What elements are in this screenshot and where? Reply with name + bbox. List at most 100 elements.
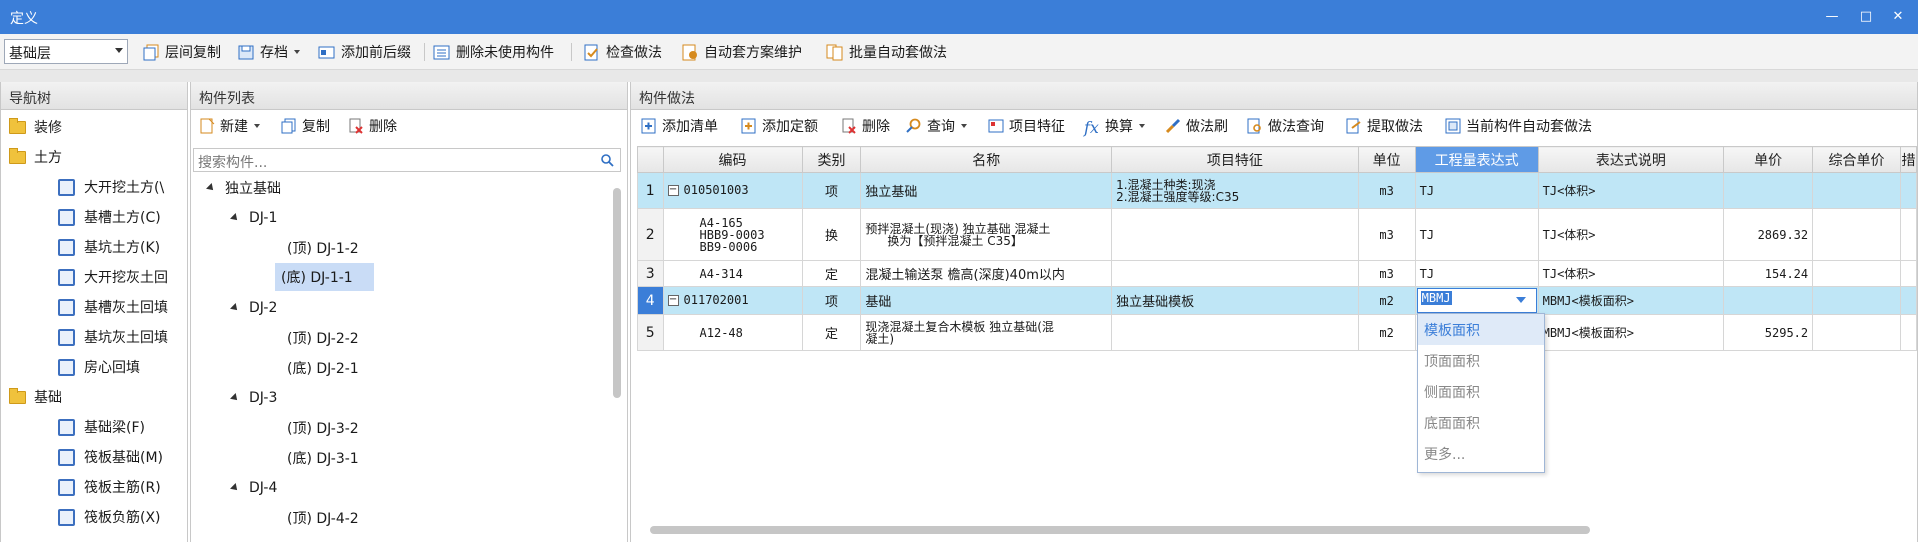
expression-combobox[interactable]: MBMJ	[1416, 288, 1537, 313]
col-feature[interactable]: 项目特征	[1111, 146, 1359, 173]
dropdown-option-top-area[interactable]: 顶面面积	[1418, 345, 1544, 376]
expression-cell[interactable]: TJ	[1414, 172, 1539, 209]
expression-desc-cell[interactable]: TJ<体积>	[1537, 172, 1725, 209]
col-category[interactable]: 类别	[801, 146, 862, 173]
category-cell[interactable]: 项	[801, 286, 862, 315]
tree-node-dj3-2[interactable]: (顶) DJ-3-2	[281, 414, 365, 442]
add-prefix-suffix-button[interactable]: 添加前后缀	[318, 42, 411, 62]
price-cell[interactable]: 2869.32	[1723, 208, 1814, 261]
category-cell[interactable]: 定	[801, 314, 862, 351]
feature-cell[interactable]	[1111, 260, 1359, 287]
unit-cell[interactable]: m2	[1357, 286, 1416, 315]
expand-icon[interactable]	[206, 183, 216, 193]
expand-icon[interactable]	[230, 483, 240, 493]
measure-cell[interactable]	[1899, 314, 1917, 351]
expression-cell[interactable]: TJ	[1414, 260, 1539, 287]
collapse-icon[interactable]: −	[667, 185, 679, 196]
extract-method-button[interactable]: 提取做法	[1346, 116, 1423, 136]
delete-method-button[interactable]: 删除	[841, 116, 890, 136]
item-feature-button[interactable]: 项目特征	[988, 116, 1065, 136]
col-composite-price[interactable]: 综合单价	[1812, 146, 1901, 173]
measure-cell[interactable]	[1899, 286, 1917, 315]
col-name[interactable]: 名称	[860, 146, 1113, 173]
floor-select[interactable]: 基础层	[4, 39, 128, 64]
feature-cell[interactable]	[1111, 208, 1359, 261]
tree-node-dj2-2[interactable]: (顶) DJ-2-2	[281, 324, 365, 352]
composite-price-cell[interactable]	[1812, 314, 1901, 351]
tree-node-dj1-2[interactable]: (顶) DJ-1-2	[281, 234, 365, 262]
feature-cell[interactable]	[1111, 314, 1359, 351]
col-code[interactable]: 编码	[662, 146, 803, 173]
expression-desc-cell[interactable]: TJ<体积>	[1537, 208, 1725, 261]
expression-desc-cell[interactable]: MBMJ<模板面积>	[1537, 286, 1725, 315]
code-cell[interactable]: −010501003	[662, 172, 803, 209]
check-method-button[interactable]: 检查做法	[583, 42, 662, 62]
name-cell[interactable]: 基础	[860, 286, 1113, 315]
price-cell[interactable]: 5295.2	[1723, 314, 1814, 351]
nav-item-pit[interactable]: 基坑土方(K)	[58, 232, 160, 262]
query-button[interactable]: 查询	[906, 116, 967, 136]
tree-node-dj4[interactable]: DJ-4	[230, 474, 277, 502]
unit-cell[interactable]: m3	[1357, 260, 1416, 287]
tree-node-dj1[interactable]: DJ-1	[230, 204, 277, 232]
code-cell[interactable]: −011702001	[662, 286, 803, 315]
nav-item-lime-trench[interactable]: 基槽灰土回填	[58, 292, 168, 322]
category-cell[interactable]: 换	[801, 208, 862, 261]
dropdown-option-formwork-area[interactable]: 模板面积	[1418, 314, 1544, 345]
expression-edit-cell[interactable]: MBMJ	[1414, 286, 1539, 315]
unit-cell[interactable]: m2	[1357, 314, 1416, 351]
delete-component-button[interactable]: 删除	[348, 116, 397, 136]
close-button[interactable]: ✕	[1888, 7, 1908, 27]
category-cell[interactable]: 项	[801, 172, 862, 209]
auto-method-current-button[interactable]: 当前构件自动套做法	[1445, 116, 1592, 136]
col-unit[interactable]: 单位	[1357, 146, 1416, 173]
search-icon[interactable]	[600, 153, 614, 167]
vertical-scrollbar[interactable]	[613, 188, 621, 398]
nav-folder-earthwork[interactable]: 土方	[9, 142, 62, 172]
price-cell[interactable]	[1723, 286, 1814, 315]
copy-between-floors-button[interactable]: 层间复制	[142, 42, 221, 62]
minimize-button[interactable]: —	[1822, 7, 1842, 27]
expand-icon[interactable]	[230, 303, 240, 313]
nav-item-raft-neg-bar[interactable]: 筏板负筋(X)	[58, 502, 161, 532]
name-cell[interactable]: 预拌混凝土(现浇) 独立基础 混凝土 换为【预拌混凝土 C35】	[860, 208, 1113, 261]
table-row[interactable]: 2 A4-165 HBB9-0003 BB9-0006 换 预拌混凝土(现浇) 独立…	[637, 208, 1917, 261]
name-cell[interactable]: 独立基础	[860, 172, 1113, 209]
unit-cell[interactable]: m3	[1357, 172, 1416, 209]
tree-node-isolated-foundation[interactable]: 独立基础	[206, 174, 281, 202]
save-archive-button[interactable]: 存档	[237, 42, 300, 62]
code-cell[interactable]: A12-48	[662, 314, 803, 351]
dropdown-option-more[interactable]: 更多...	[1418, 438, 1544, 469]
price-cell[interactable]	[1723, 172, 1814, 209]
tree-node-dj2-1[interactable]: (底) DJ-2-1	[281, 354, 365, 382]
feature-cell[interactable]: 独立基础模板	[1111, 286, 1359, 315]
expand-icon[interactable]	[230, 393, 240, 403]
expression-input[interactable]: MBMJ	[1420, 291, 1452, 305]
new-component-button[interactable]: 新建	[199, 116, 260, 136]
composite-price-cell[interactable]	[1812, 208, 1901, 261]
search-input[interactable]: 搜索构件...	[193, 148, 621, 172]
composite-price-cell[interactable]	[1812, 260, 1901, 287]
col-expression[interactable]: 工程量表达式	[1414, 146, 1539, 173]
horizontal-scrollbar[interactable]	[650, 526, 1590, 534]
chevron-down-icon[interactable]	[1515, 297, 1526, 303]
expand-icon[interactable]	[230, 213, 240, 223]
auto-scheme-maintenance-button[interactable]: 自动套方案维护	[681, 42, 802, 62]
tree-node-dj4-2[interactable]: (顶) DJ-4-2	[281, 504, 365, 532]
measure-cell[interactable]	[1899, 260, 1917, 287]
measure-cell[interactable]	[1899, 172, 1917, 209]
nav-folder-decoration[interactable]: 装修	[9, 112, 62, 142]
add-quota-button[interactable]: 添加定额	[741, 116, 818, 136]
method-brush-button[interactable]: 做法刷	[1165, 116, 1228, 136]
copy-component-button[interactable]: 复制	[281, 116, 330, 136]
dropdown-option-side-area[interactable]: 侧面面积	[1418, 376, 1544, 407]
code-cell[interactable]: A4-314	[662, 260, 803, 287]
nav-item-lime-pit[interactable]: 基坑灰土回填	[58, 322, 168, 352]
feature-cell[interactable]: 1.混凝土种类:现浇 2.混凝土强度等级:C35	[1111, 172, 1359, 209]
nav-item-excavation[interactable]: 大开挖土方(\	[58, 172, 164, 202]
name-cell[interactable]: 混凝土输送泵 檐高(深度)40m以内	[860, 260, 1113, 287]
col-price[interactable]: 单价	[1723, 146, 1814, 173]
tree-node-dj2[interactable]: DJ-2	[230, 294, 277, 322]
unit-cell[interactable]: m3	[1357, 208, 1416, 261]
tree-node-dj3-1[interactable]: (底) DJ-3-1	[281, 444, 365, 472]
